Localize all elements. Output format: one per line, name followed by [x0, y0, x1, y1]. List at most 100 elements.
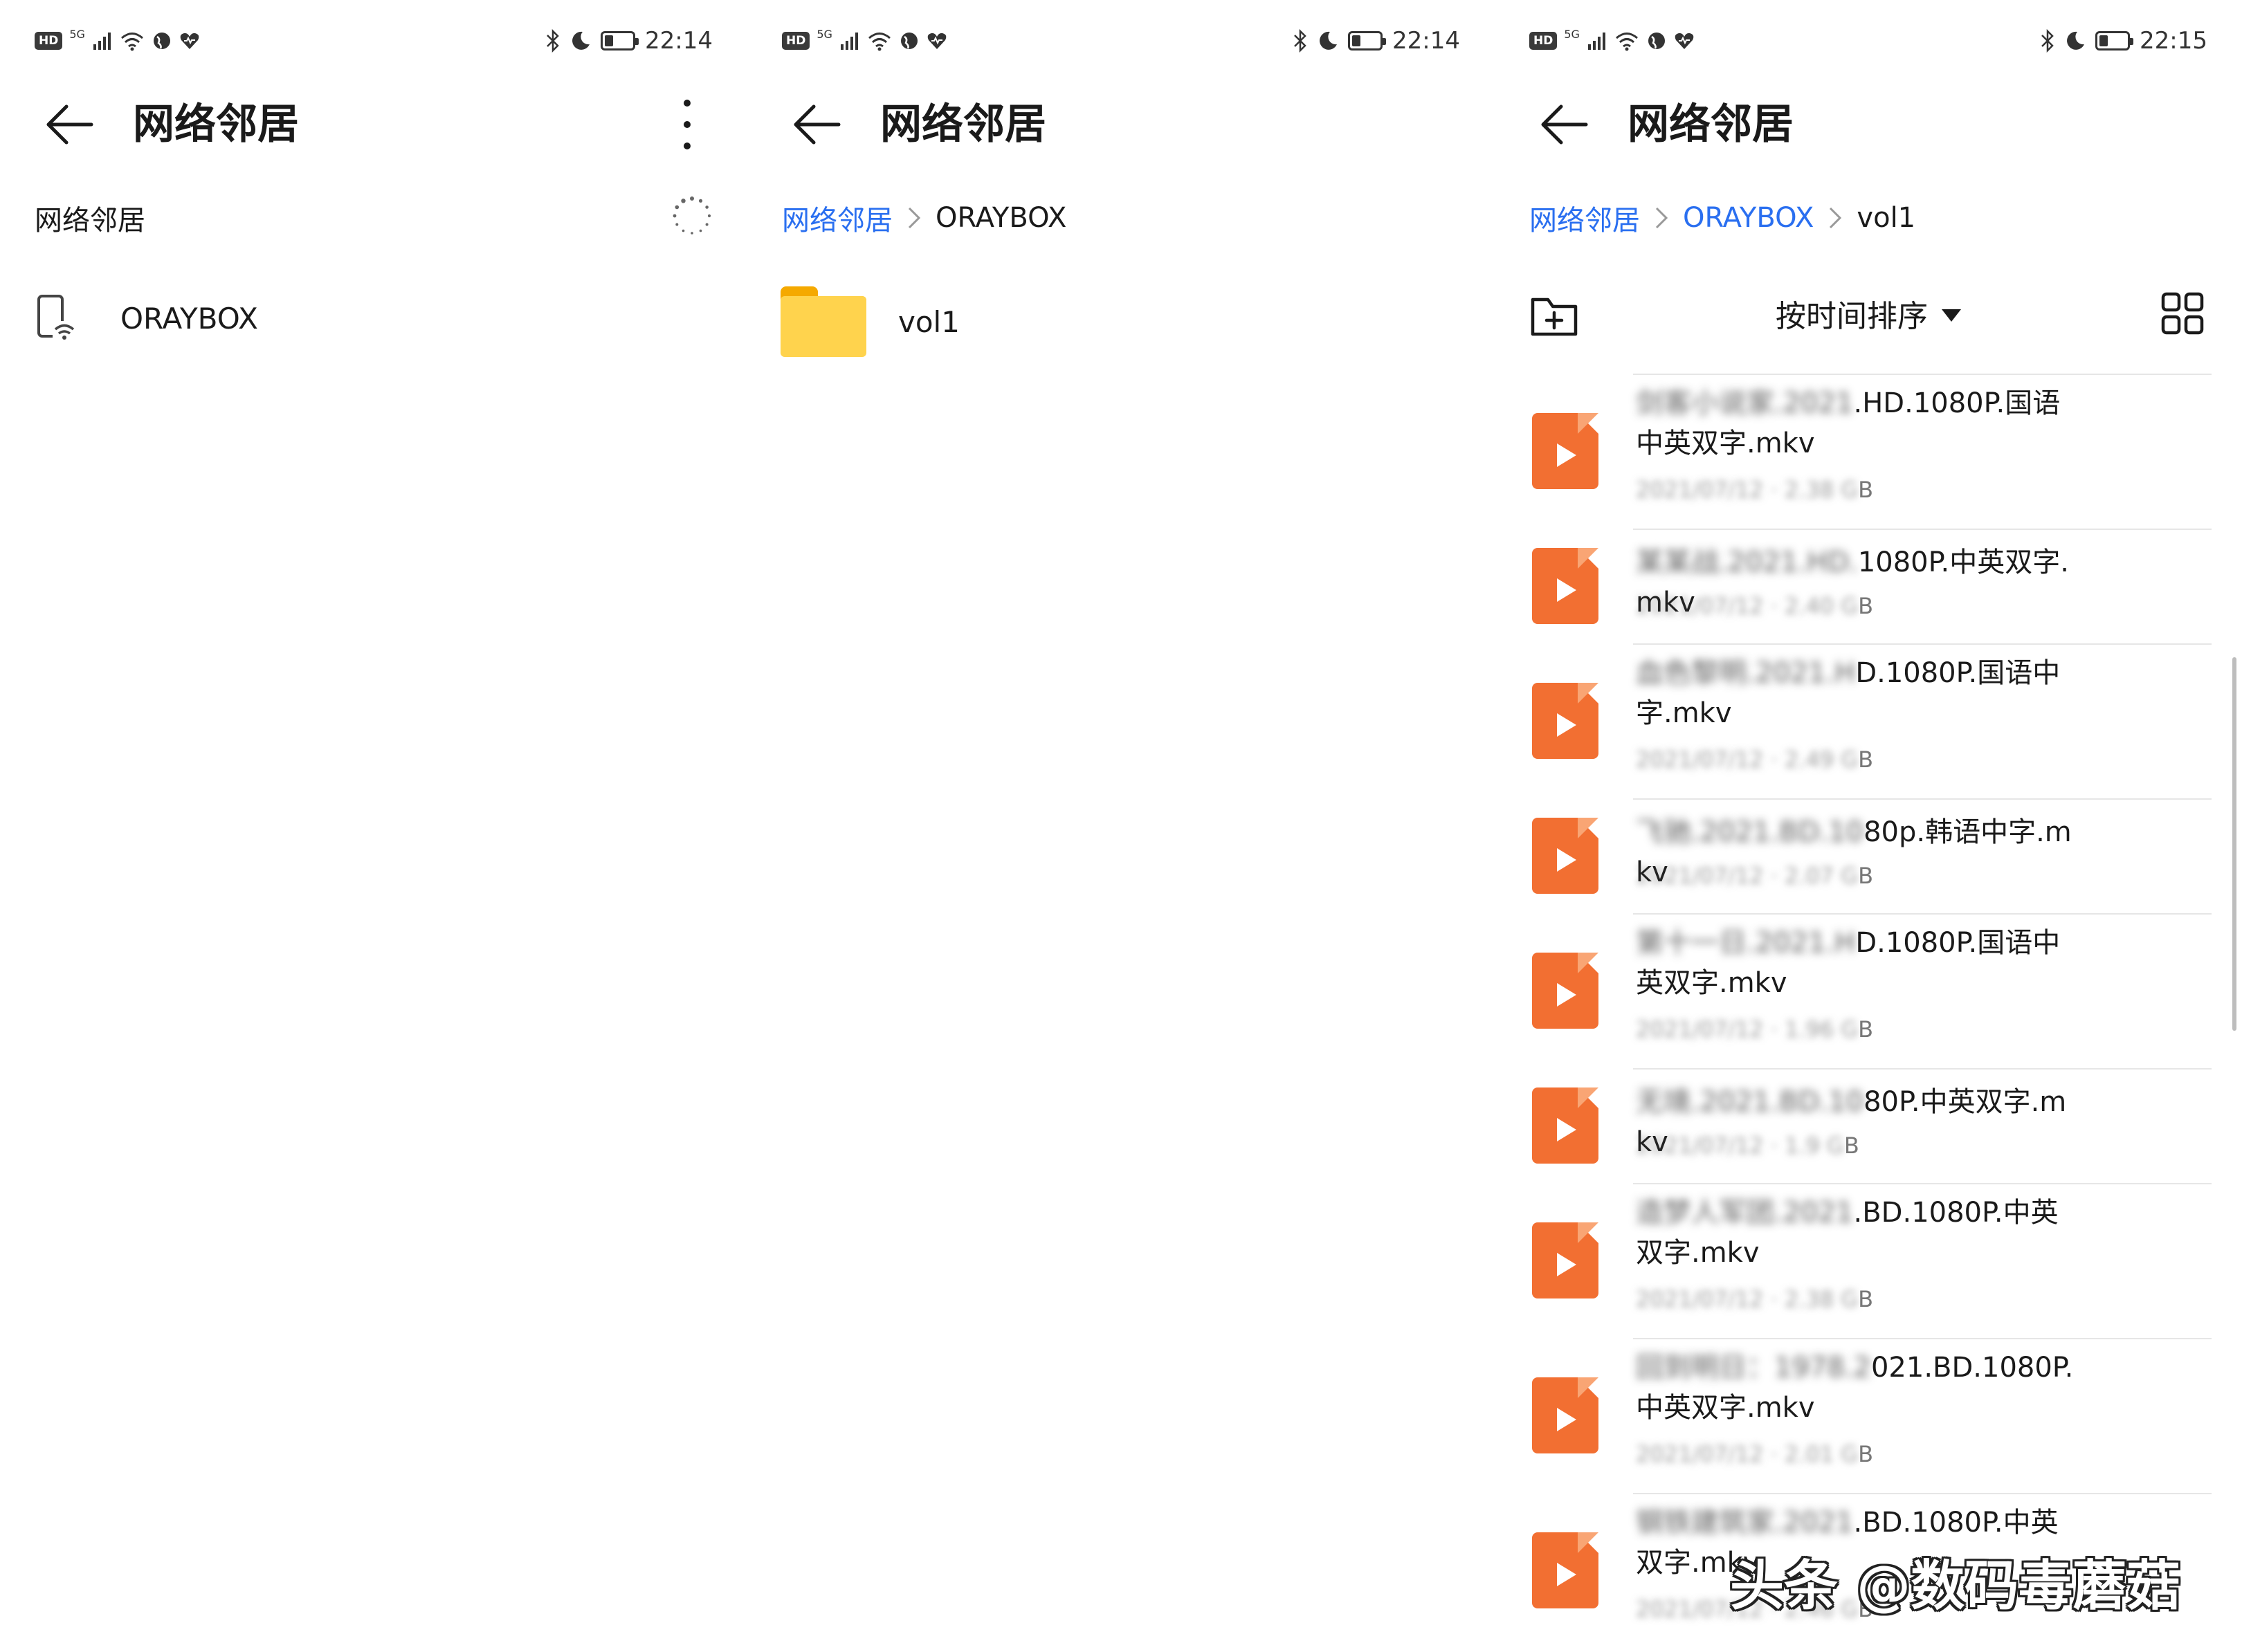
file-name: 剑客小说家.2021.HD.1080P.国语中英双字.mkv: [1636, 387, 2061, 459]
row-divider: [1633, 913, 2212, 915]
folder-icon: [781, 284, 866, 360]
watermark: 头条 @数码毒蘑菇: [1730, 1555, 2181, 1617]
file-row[interactable]: 回到明日：1978.2021.BD.1080P.中英双字.mkv 2021/07/…: [1495, 1338, 2242, 1493]
breadcrumb: 网络邻居: [35, 194, 145, 242]
heart-icon: [1675, 33, 1694, 49]
scrollbar[interactable]: [2232, 657, 2236, 1031]
file-name: 第十一日.2021.HD.1080P.国语中英双字.mkv: [1636, 927, 2061, 999]
file-row[interactable]: 第十一日.2021.HD.1080P.国语中英双字.mkv 2021/07/12 …: [1495, 913, 2242, 1068]
bluetooth-icon: [547, 29, 559, 53]
video-file-icon: [1532, 1087, 1598, 1164]
globe-icon: [900, 33, 918, 49]
sort-dropdown[interactable]: 按时间排序: [1495, 294, 2242, 340]
moon-icon: [572, 31, 590, 50]
screen-oraybox: HD 5G 22:14 网络邻居 网络邻居 ORAYBOX vol1: [747, 0, 1495, 1652]
screen-network-neighborhood: HD 5G 22:14 网络邻居 网络邻居 ORAYBOX: [0, 0, 747, 1652]
network-type: 5G: [817, 27, 832, 41]
wifi-icon: [1615, 33, 1638, 51]
app-header: 网络邻居: [747, 83, 1495, 166]
battery-icon: [601, 31, 639, 51]
chevron-right-icon: [1830, 207, 1842, 229]
app-header: 网络邻居: [0, 83, 747, 166]
globe-icon: [153, 33, 170, 49]
network-type: 5G: [1564, 27, 1580, 41]
hd-badge: HD: [1529, 32, 1558, 50]
signal-icon: [93, 33, 111, 50]
page-title: 网络邻居: [133, 100, 299, 149]
moon-icon: [1320, 31, 1338, 50]
video-file-icon: [1532, 548, 1598, 624]
file-meta: 2021/07/12 · 1.9 GB: [1636, 1132, 1859, 1159]
bluetooth-icon: [2041, 29, 2054, 53]
caret-down-icon: [1942, 309, 1961, 322]
breadcrumb-current: 网络邻居: [35, 205, 145, 237]
list-item-folder[interactable]: vol1: [781, 284, 960, 360]
hd-badge: HD: [782, 32, 810, 50]
network-device-icon: [37, 295, 76, 342]
back-arrow-icon[interactable]: [42, 100, 97, 149]
video-file-icon: [1532, 1532, 1598, 1608]
heart-icon: [180, 33, 199, 49]
file-meta: 2021/07/12 · 2.07 GB: [1636, 863, 1874, 889]
row-divider: [1633, 1183, 2212, 1184]
chevron-right-icon: [1655, 207, 1668, 229]
breadcrumb-current: vol1: [1857, 202, 1916, 234]
breadcrumb-link-network[interactable]: 网络邻居: [782, 198, 893, 238]
file-meta: 2021/07/12 · 1.96 GB: [1636, 1016, 1874, 1043]
file-meta: 2021/07/12 · 2.38 GB: [1636, 477, 1874, 503]
page-title: 网络邻居: [880, 100, 1046, 149]
file-meta: 2021/07/12 · 2.01 GB: [1636, 1441, 1874, 1467]
battery-icon: [1348, 31, 1387, 51]
row-divider: [1633, 1338, 2212, 1339]
moon-icon: [2067, 31, 2085, 50]
status-bar: HD 5G 22:14: [747, 0, 1495, 83]
file-row[interactable]: 血色黎明.2021.HD.1080P.国语中字.mkv 2021/07/12 · …: [1495, 643, 2242, 798]
status-bar: HD 5G 22:15: [1495, 0, 2242, 83]
file-name: 血色黎明.2021.HD.1080P.国语中字.mkv: [1636, 657, 2061, 729]
row-divider: [1633, 374, 2212, 375]
file-toolbar: 按时间排序: [1495, 280, 2242, 356]
bluetooth-icon: [1294, 29, 1306, 53]
back-arrow-icon[interactable]: [789, 100, 844, 149]
file-meta: 2021/07/12 · 2.40 GB: [1636, 593, 1874, 619]
row-divider: [1633, 1493, 2212, 1494]
loading-spinner-icon: [673, 196, 711, 235]
device-name: ORAYBOX: [120, 301, 258, 336]
breadcrumb: 网络邻居 ORAYBOX vol1: [1529, 194, 1915, 242]
video-file-icon: [1532, 1377, 1598, 1453]
file-row[interactable]: 飞驰.2021.BD.1080p.韩语中字.mkv 2021/07/12 · 2.…: [1495, 798, 2242, 913]
hd-badge: HD: [35, 32, 63, 50]
clock: 22:14: [645, 27, 713, 55]
video-file-icon: [1532, 1222, 1598, 1298]
file-meta: 2021/07/12 · 2.38 GB: [1636, 1286, 1874, 1312]
breadcrumb: 网络邻居 ORAYBOX: [782, 194, 1066, 242]
grid-view-icon[interactable]: [2160, 291, 2205, 336]
clock: 22:15: [2140, 27, 2207, 55]
folder-name: vol1: [898, 304, 960, 339]
file-row[interactable]: 无境.2021.BD.1080P.中英双字.mkv 2021/07/12 · 1.…: [1495, 1068, 2242, 1183]
list-item-device[interactable]: ORAYBOX: [35, 284, 258, 353]
more-options-icon[interactable]: [677, 97, 698, 152]
signal-icon: [840, 33, 858, 50]
file-row[interactable]: 某某战.2021.HD.1080P.中英双字.mkv 2021/07/12 · 2…: [1495, 529, 2242, 643]
chevron-right-icon: [908, 207, 921, 229]
file-row[interactable]: 剑客小说家.2021.HD.1080P.国语中英双字.mkv 2021/07/12…: [1495, 374, 2242, 529]
status-bar: HD 5G 22:14: [0, 0, 747, 83]
file-name: 造梦人军团.2021.BD.1080P.中英双字.mkv: [1636, 1197, 2059, 1269]
signal-icon: [1587, 33, 1605, 50]
breadcrumb-link-network[interactable]: 网络邻居: [1529, 198, 1640, 238]
video-file-icon: [1532, 413, 1598, 489]
breadcrumb-link-oraybox[interactable]: ORAYBOX: [1683, 202, 1814, 234]
wifi-icon: [868, 33, 891, 51]
file-name: 回到明日：1978.2021.BD.1080P.中英双字.mkv: [1636, 1352, 2074, 1424]
wifi-icon: [120, 33, 143, 51]
globe-icon: [1648, 33, 1665, 49]
row-divider: [1633, 798, 2212, 800]
breadcrumb-current: ORAYBOX: [936, 202, 1067, 234]
file-meta: 2021/07/12 · 2.49 GB: [1636, 746, 1874, 773]
clock: 22:14: [1392, 27, 1460, 55]
video-file-icon: [1532, 953, 1598, 1029]
row-divider: [1633, 1068, 2212, 1070]
back-arrow-icon[interactable]: [1536, 100, 1592, 149]
file-row[interactable]: 造梦人军团.2021.BD.1080P.中英双字.mkv 2021/07/12 ·…: [1495, 1183, 2242, 1338]
